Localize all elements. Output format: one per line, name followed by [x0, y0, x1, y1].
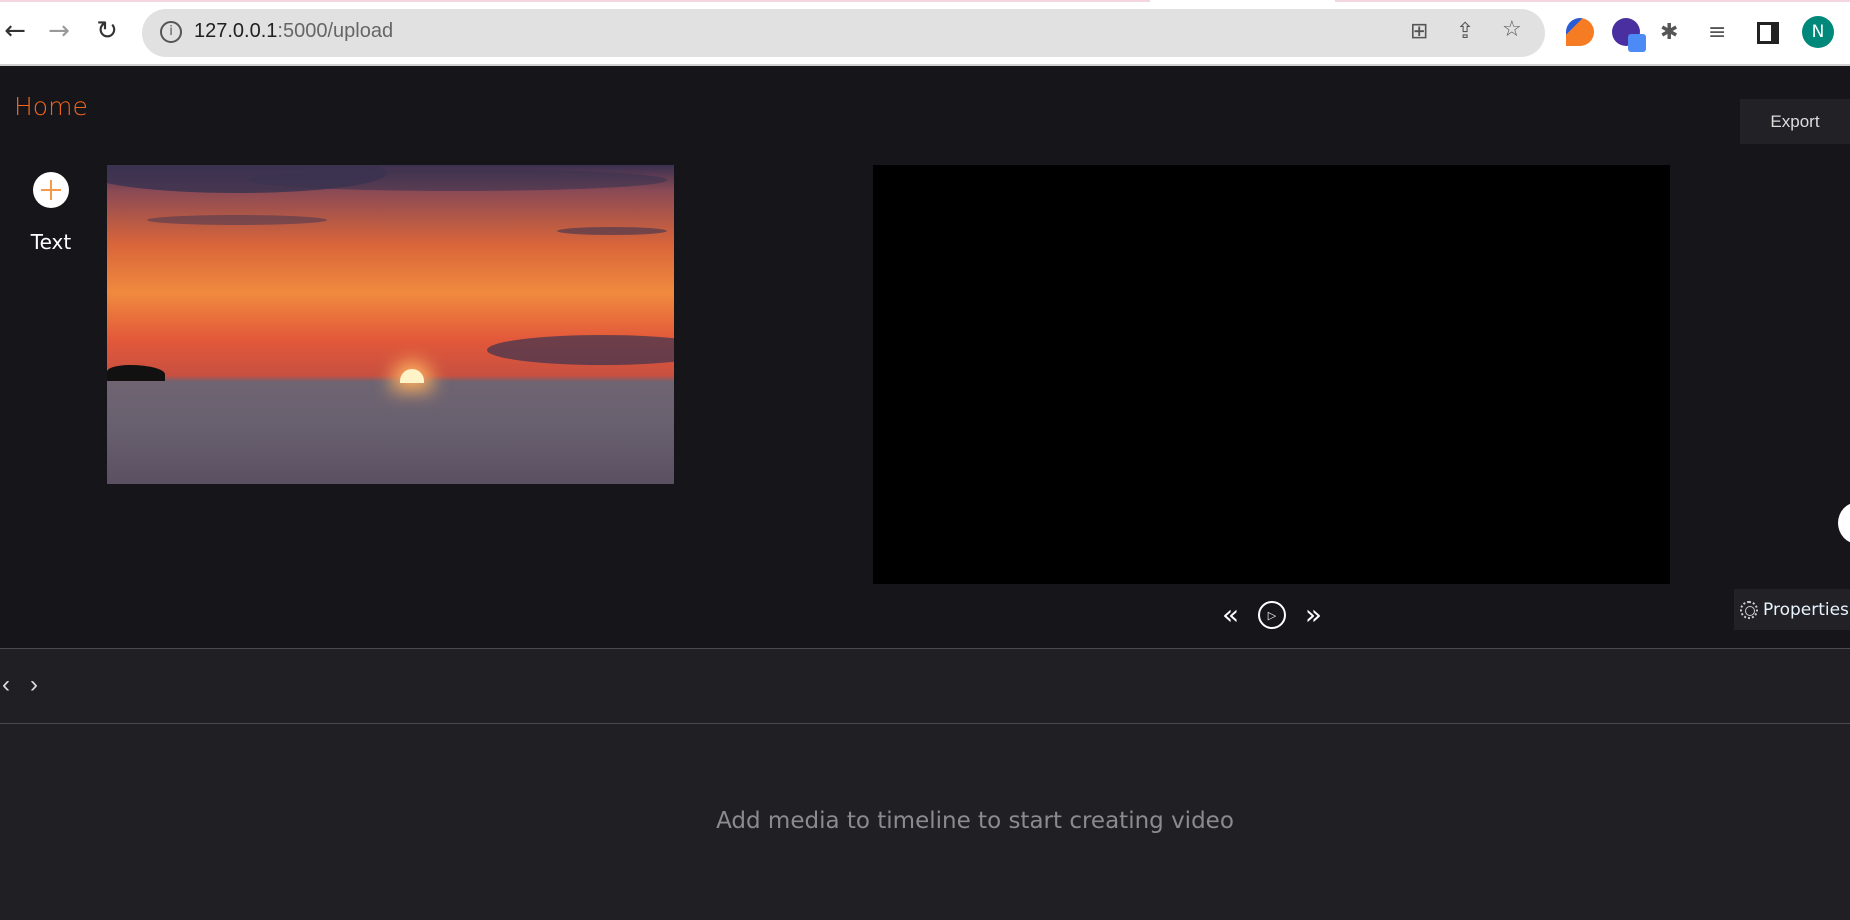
profile-avatar[interactable]: N	[1802, 16, 1834, 48]
media-thumbnail[interactable]	[107, 165, 674, 484]
translate-icon[interactable]: ⊞	[1410, 19, 1428, 44]
forward-icon[interactable]: →	[44, 16, 74, 46]
media-control-icon[interactable]: ≡	[1708, 20, 1726, 45]
text-tool-label[interactable]: Text	[20, 230, 82, 254]
info-icon[interactable]: i	[160, 21, 182, 43]
extensions-puzzle-icon[interactable]: ✱	[1660, 20, 1678, 45]
properties-label: Properties	[1763, 599, 1849, 620]
timeline[interactable]: Add media to timeline to start creating …	[0, 724, 1850, 920]
rewind-icon[interactable]: «	[1222, 601, 1239, 629]
play-icon[interactable]: ▷	[1258, 601, 1286, 629]
back-icon[interactable]: ←	[0, 16, 30, 46]
reload-icon[interactable]: ↻	[92, 16, 122, 46]
side-panel-icon[interactable]	[1757, 22, 1779, 44]
add-text-button[interactable]	[33, 172, 69, 208]
fast-forward-icon[interactable]: »	[1305, 601, 1322, 629]
tab-strip	[1335, 0, 1850, 2]
bookmark-star-icon[interactable]: ☆	[1502, 17, 1522, 42]
timeline-empty-message: Add media to timeline to start creating …	[716, 808, 1234, 834]
tab-strip	[0, 0, 1150, 2]
url-host: 127.0.0.1	[194, 20, 278, 42]
timeline-toolbar: ‹ ›	[0, 648, 1850, 724]
playback-controls: « ▷ »	[1222, 600, 1322, 630]
extension-badge-icon	[1628, 34, 1646, 52]
extension-icon[interactable]	[1566, 18, 1594, 46]
home-link[interactable]: Home	[14, 92, 88, 121]
share-icon[interactable]: ⇪	[1456, 19, 1474, 44]
browser-toolbar: ← → ↻ i 127.0.0.1:5000/upload ⊞ ⇪ ☆ ✱ ≡ …	[0, 0, 1850, 66]
panel-toggle-button[interactable]	[1838, 502, 1850, 544]
scroll-left-icon[interactable]: ‹	[2, 671, 10, 699]
scroll-right-icon[interactable]: ›	[30, 671, 38, 699]
export-button[interactable]: Export	[1740, 99, 1850, 144]
properties-button[interactable]: Properties	[1734, 589, 1850, 630]
gear-icon	[1740, 600, 1758, 619]
video-preview[interactable]	[873, 165, 1670, 584]
address-bar[interactable]: i 127.0.0.1:5000/upload ⊞ ⇪ ☆	[142, 9, 1545, 57]
url-path: :5000/upload	[277, 20, 394, 42]
